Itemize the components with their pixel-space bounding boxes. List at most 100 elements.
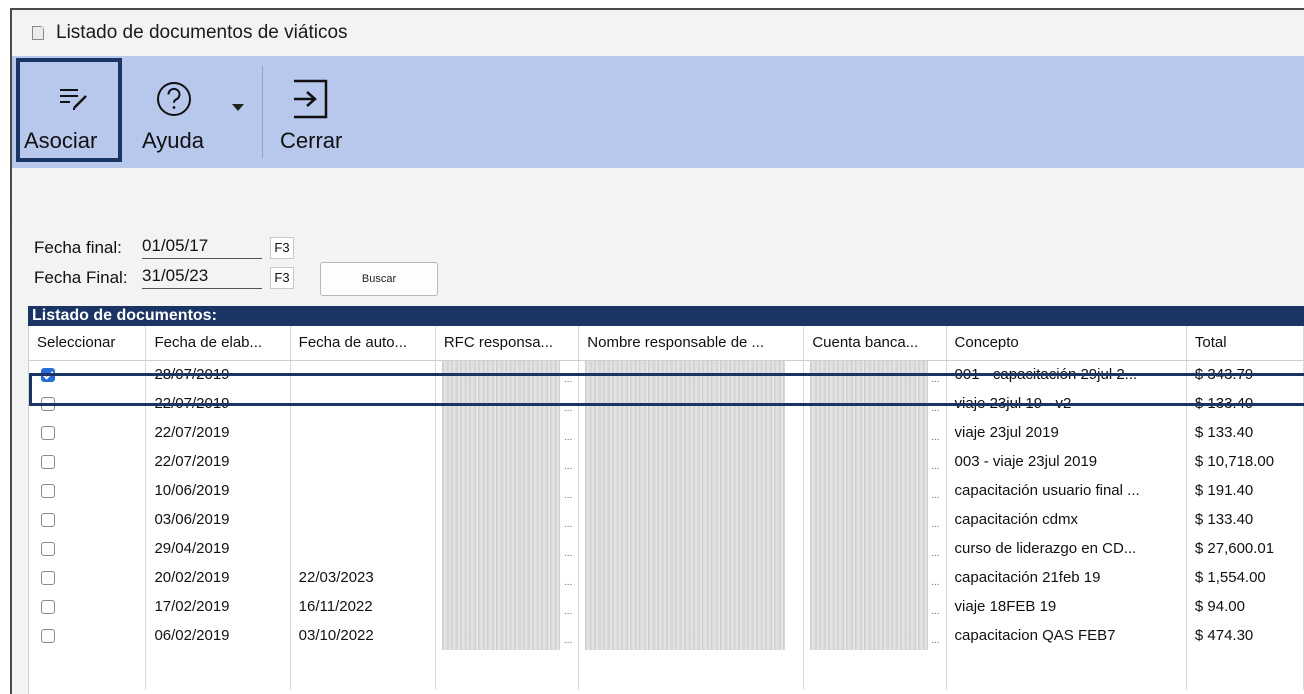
truncation-ellipsis: ... [931,606,940,617]
table-row[interactable]: 20/02/2019 22/03/2023...... capacitación 2… [29,563,1304,592]
redacted-content [585,418,786,447]
redacted-content [585,476,786,505]
table-row[interactable]: 22/07/2019...... viaje 23jul 2019 $ 133.40 [29,418,1304,447]
ayuda-dropdown-arrow-icon[interactable] [232,104,244,111]
nombre-responsable-cell [578,447,805,476]
redacted-content [585,563,786,592]
truncation-ellipsis: ... [931,577,940,588]
select-checkbox[interactable] [41,571,55,586]
select-cell[interactable] [29,418,147,447]
col-fecha-elaboracion[interactable]: Fecha de elab... [145,326,291,361]
documents-table: Seleccionar Fecha de elab... Fecha de au… [29,326,1304,690]
select-checkbox[interactable] [41,629,55,644]
total-cell: $ 27,600.01 [1186,534,1304,563]
rfc-responsable-cell: ... [435,476,580,505]
select-checkbox[interactable] [41,368,55,383]
select-checkbox[interactable] [41,397,55,412]
cuenta-bancaria-cell: ... [803,592,947,621]
nombre-responsable-cell [578,360,805,389]
ayuda-label: Ayuda [142,128,204,153]
fecha-elaboracion-cell: 29/04/2019 [145,534,291,563]
empty-cell [578,650,805,690]
select-cell[interactable] [29,476,147,505]
nombre-responsable-cell [578,505,805,534]
fecha-elaboracion-cell: 22/07/2019 [145,447,291,476]
cuenta-bancaria-cell: ... [803,563,947,592]
fecha-autorizacion-cell: 03/10/2022 [290,621,436,650]
select-cell[interactable] [29,360,147,389]
table-row[interactable]: 22/07/2019...... viaje 23jul 19 - v2 $ 133… [29,389,1304,418]
select-cell[interactable] [29,621,147,650]
table-row[interactable]: 28/07/2019...... 001 - capacitación 29jul… [29,360,1304,389]
table-row[interactable]: 03/06/2019...... capacitación cdmx $ 133.4… [29,505,1304,534]
redacted-content [441,534,561,563]
cerrar-button[interactable]: Cerrar [280,60,370,160]
redacted-content [810,476,928,505]
select-checkbox[interactable] [41,455,55,470]
select-checkbox[interactable] [41,484,55,499]
select-checkbox[interactable] [41,513,55,528]
total-cell: $ 10,718.00 [1186,447,1304,476]
total-cell: $ 133.40 [1186,505,1304,534]
total-cell: $ 133.40 [1186,418,1304,447]
redacted-content [585,592,786,621]
total-cell: $ 94.00 [1186,592,1304,621]
select-cell[interactable] [29,505,147,534]
asociar-button[interactable]: Asociar [16,58,122,162]
col-rfc-responsable[interactable]: RFC responsa... [435,326,580,361]
table-row[interactable]: 29/04/2019...... curso de liderazgo en CD… [29,534,1304,563]
redacted-content [585,389,786,418]
rfc-responsable-cell: ... [435,447,580,476]
col-fecha-autorizacion[interactable]: Fecha de auto... [290,326,436,361]
redacted-content [810,534,928,563]
table-row[interactable]: 22/07/2019...... 003 - viaje 23jul 2019 $ … [29,447,1304,476]
empty-cell [145,650,291,690]
fecha-final-field[interactable]: 31/05/23 [142,266,262,289]
cuenta-bancaria-cell: ... [803,418,947,447]
select-cell[interactable] [29,563,147,592]
redacted-content [441,563,561,592]
select-cell[interactable] [29,534,147,563]
fecha-elaboracion-cell: 22/07/2019 [145,418,291,447]
fecha-elaboracion-cell: 20/02/2019 [145,563,291,592]
asociar-label: Asociar [24,128,98,153]
rfc-responsable-cell: ... [435,505,580,534]
select-cell[interactable] [29,389,147,418]
col-seleccionar[interactable]: Seleccionar [29,326,147,361]
col-concepto[interactable]: Concepto [946,326,1187,361]
buscar-button[interactable]: Buscar [320,262,438,296]
select-checkbox[interactable] [41,542,55,557]
fecha-autorizacion-cell [290,447,436,476]
fecha-inicial-field[interactable]: 01/05/17 [142,236,262,259]
fecha-elaboracion-cell: 03/06/2019 [145,505,291,534]
fecha-elaboracion-cell: 28/07/2019 [145,360,291,389]
select-cell[interactable] [29,447,147,476]
exit-arrow-icon [294,79,328,119]
select-checkbox[interactable] [41,426,55,441]
fecha-final-calendar-button[interactable]: F3 [270,266,294,289]
concepto-cell: capacitacion QAS FEB7 [946,621,1187,650]
fecha-elaboracion-cell: 10/06/2019 [145,476,291,505]
rfc-responsable-cell: ... [435,534,580,563]
empty-cell [290,650,436,690]
cuenta-bancaria-cell: ... [803,476,947,505]
fecha-inicial-calendar-button[interactable]: F3 [270,236,294,259]
ayuda-button[interactable]: Ayuda [142,60,252,160]
col-total[interactable]: Total [1186,326,1304,361]
col-nombre-responsable[interactable]: Nombre responsable de ... [578,326,805,361]
cuenta-bancaria-cell: ... [803,447,947,476]
redacted-content [441,621,561,650]
truncation-ellipsis: ... [563,490,573,501]
col-cuenta-bancaria[interactable]: Cuenta banca... [803,326,947,361]
table-row[interactable]: 10/06/2019...... capacitación usuario fin… [29,476,1304,505]
table-row[interactable]: 17/02/2019 16/11/2022...... viaje 18FEB 19… [29,592,1304,621]
select-cell[interactable] [29,592,147,621]
redacted-content [441,447,561,476]
rfc-responsable-cell: ... [435,621,580,650]
table-row[interactable]: 06/02/2019 03/10/2022...... capacitacion Q… [29,621,1304,650]
concepto-cell: 001 - capacitación 29jul 2... [946,360,1187,389]
truncation-ellipsis: ... [931,403,940,414]
title-bar: Listado de documentos de viáticos [12,10,1304,56]
fecha-autorizacion-cell [290,505,436,534]
select-checkbox[interactable] [41,600,55,615]
